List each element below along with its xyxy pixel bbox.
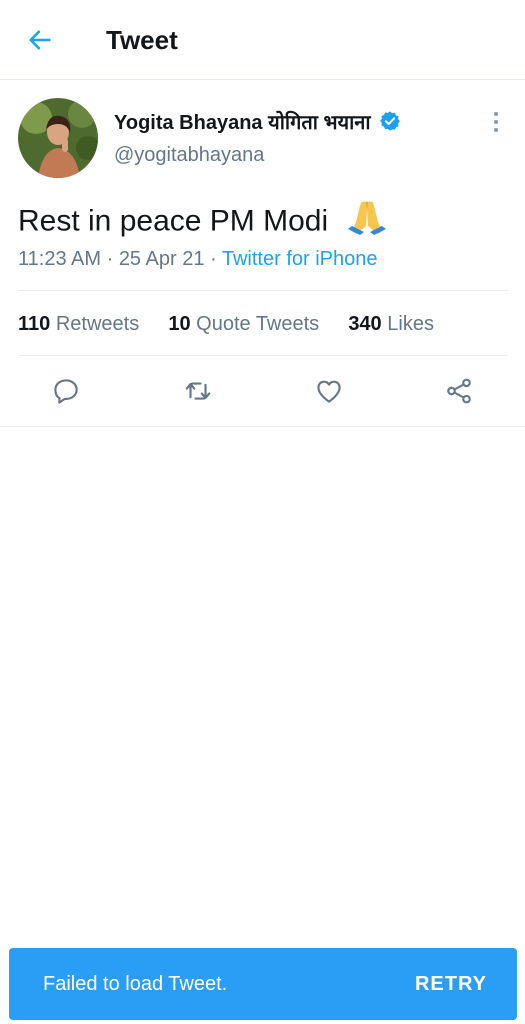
retweet-icon[interactable]: [180, 373, 216, 409]
avatar[interactable]: [18, 98, 98, 178]
tweet-date: 25 Apr 21: [118, 248, 205, 270]
page-title: Tweet: [106, 25, 178, 55]
divider: [18, 290, 508, 291]
tweet-text: Rest in peace PM Modi: [18, 196, 388, 249]
likes-stat[interactable]: 340 Likes: [348, 313, 434, 335]
tweet-meta: 11:23 AM · 25 Apr 21 · Twitter for iPhon…: [18, 244, 377, 274]
retweets-label: Retweets: [55, 313, 140, 335]
retweets-stat[interactable]: 110 Retweets: [18, 313, 145, 335]
share-icon[interactable]: [441, 373, 477, 409]
meta-separator: ·: [106, 248, 119, 270]
retweets-count: 110: [18, 313, 51, 335]
likes-count: 340: [348, 313, 382, 335]
folded-hands-icon: [346, 196, 388, 249]
like-icon[interactable]: [311, 373, 347, 409]
author-handle[interactable]: @yogitabhayana: [114, 144, 264, 167]
tweet-stats: 110 Retweets 10 Quote Tweets 340 Likes: [18, 308, 434, 340]
reply-icon[interactable]: [48, 373, 84, 409]
app-header: Tweet: [0, 0, 525, 80]
verified-badge-icon: [379, 110, 401, 132]
tweet-source-link[interactable]: Twitter for iPhone: [222, 248, 378, 270]
tweet-body: Rest in peace PM Modi: [18, 204, 329, 238]
likes-label: Likes: [387, 313, 434, 335]
more-options-icon[interactable]: [486, 108, 506, 136]
quote-tweets-stat[interactable]: 10 Quote Tweets: [168, 313, 324, 335]
quote-tweets-count: 10: [168, 313, 191, 335]
author-name[interactable]: Yogita Bhayana योगिता भयाना: [114, 108, 371, 135]
tweet-time: 11:23 AM: [18, 248, 102, 270]
author-name-row[interactable]: Yogita Bhayana योगिता भयाना: [114, 106, 401, 136]
back-arrow-icon[interactable]: [24, 24, 56, 56]
meta-separator: ·: [210, 248, 222, 270]
error-toast: Failed to load Tweet. RETRY: [9, 948, 517, 1020]
divider: [0, 426, 525, 427]
retry-button[interactable]: RETRY: [415, 970, 487, 998]
quote-tweets-label: Quote Tweets: [196, 313, 320, 335]
divider: [18, 355, 508, 356]
toast-message: Failed to load Tweet.: [43, 973, 228, 995]
